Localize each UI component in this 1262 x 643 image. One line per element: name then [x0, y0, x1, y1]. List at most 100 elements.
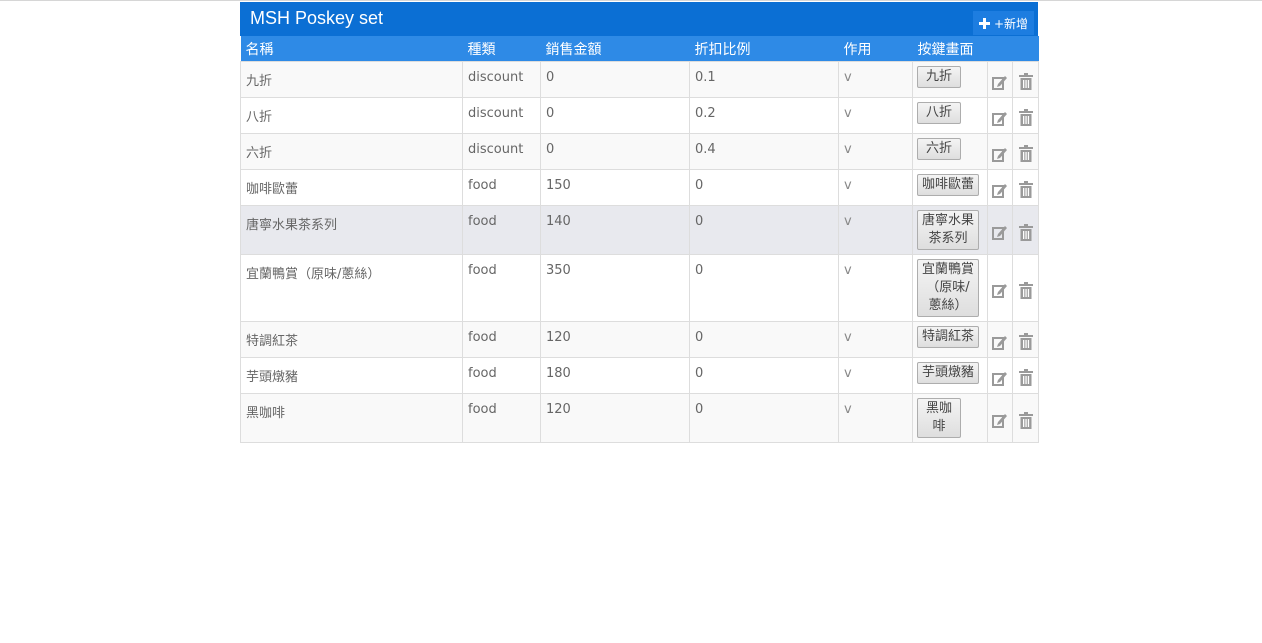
- edit-icon[interactable]: [992, 224, 1008, 244]
- cell-active: v: [838, 169, 913, 206]
- cell-edit: [987, 254, 1013, 322]
- table-row: 六折 discount 0 0.4 v 六折: [240, 133, 1039, 170]
- cell-edit: [987, 357, 1013, 394]
- cell-active: v: [838, 97, 913, 134]
- edit-icon[interactable]: [992, 110, 1008, 130]
- edit-icon[interactable]: [992, 282, 1008, 302]
- cell-discount: 0: [689, 254, 839, 322]
- cell-discount: 0: [689, 321, 839, 358]
- cell-type: discount: [462, 61, 541, 98]
- table-row: 黑咖啡 food 120 0 v 黑咖啡: [240, 393, 1039, 443]
- trash-icon[interactable]: [1018, 181, 1034, 202]
- cell-delete: [1012, 357, 1039, 394]
- cell-delete: [1012, 169, 1039, 206]
- key-preview-button[interactable]: 芋頭燉豬: [917, 362, 979, 384]
- cell-key: 八折: [912, 97, 988, 134]
- key-preview-button[interactable]: 黑咖啡: [917, 398, 961, 438]
- edit-icon[interactable]: [992, 370, 1008, 390]
- top-border: [0, 0, 1262, 1]
- col-header-active[interactable]: 作用: [838, 36, 913, 62]
- key-preview-button[interactable]: 特調紅茶: [917, 326, 979, 348]
- cell-delete: [1012, 97, 1039, 134]
- cell-key: 九折: [912, 61, 988, 98]
- cell-edit: [987, 321, 1013, 358]
- cell-name: 咖啡歐蕾: [240, 169, 463, 206]
- col-header-price[interactable]: 銷售金額: [540, 36, 690, 62]
- add-button[interactable]: +新增: [972, 11, 1034, 35]
- panel-title: MSH Poskey set: [250, 8, 384, 28]
- table-row: 唐寧水果茶系列 food 140 0 v 唐寧水果茶系列: [240, 205, 1039, 255]
- key-preview-button[interactable]: 唐寧水果茶系列: [917, 210, 979, 250]
- trash-icon[interactable]: [1018, 223, 1034, 245]
- col-header-key: 按鍵畫面: [912, 36, 988, 62]
- edit-icon[interactable]: [992, 146, 1008, 166]
- poskey-panel: MSH Poskey set +新增 名稱 種類 銷售金額 折扣比例 作用 按鍵…: [240, 2, 1039, 443]
- col-header-discount[interactable]: 折扣比例: [689, 36, 839, 62]
- cell-price: 0: [540, 97, 690, 134]
- cell-active: v: [838, 321, 913, 358]
- table-header-row: 名稱 種類 銷售金額 折扣比例 作用 按鍵畫面: [240, 36, 1039, 62]
- cell-type: food: [462, 254, 541, 322]
- add-button-label: +新增: [993, 16, 1028, 31]
- edit-icon[interactable]: [992, 412, 1008, 432]
- cell-discount: 0: [689, 169, 839, 206]
- key-preview-button[interactable]: 八折: [917, 102, 961, 124]
- cell-type: food: [462, 169, 541, 206]
- cell-delete: [1012, 321, 1039, 358]
- poskey-table: 名稱 種類 銷售金額 折扣比例 作用 按鍵畫面 九折 discount 0 0.1 v 九…: [240, 36, 1039, 443]
- cell-discount: 0: [689, 357, 839, 394]
- cell-edit: [987, 169, 1013, 206]
- cell-delete: [1012, 205, 1039, 255]
- trash-icon[interactable]: [1018, 333, 1034, 354]
- cell-price: 0: [540, 61, 690, 98]
- cell-delete: [1012, 254, 1039, 322]
- table-row: 咖啡歐蕾 food 150 0 v 咖啡歐蕾: [240, 169, 1039, 206]
- cell-name: 九折: [240, 61, 463, 98]
- cell-name: 唐寧水果茶系列: [240, 205, 463, 255]
- table-row: 特調紅茶 food 120 0 v 特調紅茶: [240, 321, 1039, 358]
- cell-price: 140: [540, 205, 690, 255]
- cell-type: discount: [462, 133, 541, 170]
- cell-type: food: [462, 205, 541, 255]
- cell-active: v: [838, 393, 913, 443]
- trash-icon[interactable]: [1018, 109, 1034, 130]
- edit-icon[interactable]: [992, 334, 1008, 354]
- cell-delete: [1012, 61, 1039, 98]
- key-preview-button[interactable]: 六折: [917, 138, 961, 160]
- cell-edit: [987, 97, 1013, 134]
- trash-icon[interactable]: [1018, 411, 1034, 433]
- cell-discount: 0: [689, 393, 839, 443]
- cell-key: 宜蘭鴨賞（原味/蔥絲）: [912, 254, 988, 322]
- panel-header: MSH Poskey set +新增: [240, 2, 1038, 36]
- cell-type: food: [462, 321, 541, 358]
- cell-price: 120: [540, 321, 690, 358]
- cell-discount: 0.4: [689, 133, 839, 170]
- edit-icon[interactable]: [992, 74, 1008, 94]
- cell-type: discount: [462, 97, 541, 134]
- key-preview-button[interactable]: 九折: [917, 66, 961, 88]
- cell-name: 特調紅茶: [240, 321, 463, 358]
- cell-price: 150: [540, 169, 690, 206]
- cell-price: 180: [540, 357, 690, 394]
- trash-icon[interactable]: [1018, 145, 1034, 166]
- col-header-type[interactable]: 種類: [462, 36, 541, 62]
- trash-icon[interactable]: [1018, 281, 1034, 303]
- cell-name: 八折: [240, 97, 463, 134]
- cell-key: 六折: [912, 133, 988, 170]
- key-preview-button[interactable]: 咖啡歐蕾: [917, 174, 979, 196]
- cell-edit: [987, 393, 1013, 443]
- cell-key: 黑咖啡: [912, 393, 988, 443]
- cell-key: 特調紅茶: [912, 321, 988, 358]
- edit-icon[interactable]: [992, 182, 1008, 202]
- cell-active: v: [838, 254, 913, 322]
- cell-discount: 0: [689, 205, 839, 255]
- cell-delete: [1012, 393, 1039, 443]
- cell-name: 六折: [240, 133, 463, 170]
- trash-icon[interactable]: [1018, 73, 1034, 94]
- trash-icon[interactable]: [1018, 369, 1034, 390]
- cell-type: food: [462, 393, 541, 443]
- col-header-name[interactable]: 名稱: [240, 36, 463, 62]
- cell-discount: 0.1: [689, 61, 839, 98]
- table-row: 宜蘭鴨賞（原味/蔥絲） food 350 0 v 宜蘭鴨賞（原味/蔥絲）: [240, 254, 1039, 322]
- key-preview-button[interactable]: 宜蘭鴨賞（原味/蔥絲）: [917, 259, 979, 317]
